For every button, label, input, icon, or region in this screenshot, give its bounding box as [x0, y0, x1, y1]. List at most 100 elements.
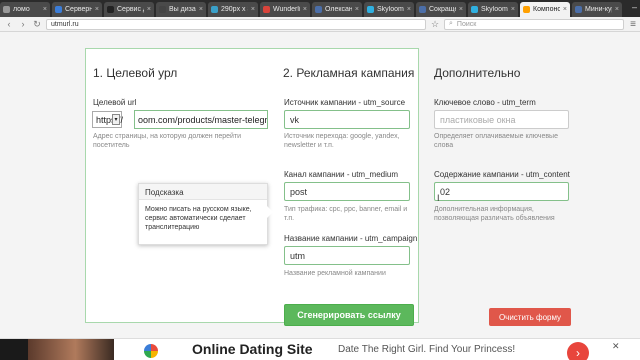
- ad-title[interactable]: Online Dating Site: [192, 341, 313, 357]
- utm-term-label: Ключевое слово - utm_term: [434, 98, 536, 107]
- tab-favicon-icon: [419, 6, 426, 13]
- tab-favicon-icon: [471, 6, 478, 13]
- page-content: 1. Целевой урл 2. Рекламная кампания Доп…: [0, 33, 640, 338]
- browser-menu-icon[interactable]: ≡: [630, 19, 636, 30]
- utm-campaign-value: utm: [290, 250, 306, 261]
- tab-close-icon[interactable]: ×: [407, 6, 411, 13]
- tab-close-icon[interactable]: ×: [251, 6, 255, 13]
- utm-content-label: Содержание кампании - utm_content: [434, 170, 570, 179]
- tab-close-icon[interactable]: ×: [199, 6, 203, 13]
- utm-term-hint: Определяет оплачиваемые ключевые слова: [434, 133, 558, 149]
- tab-close-icon[interactable]: ×: [303, 6, 307, 13]
- tab-close-icon[interactable]: ×: [511, 6, 515, 13]
- utm-source-value: vk: [290, 114, 299, 125]
- tab-favicon-icon: [3, 6, 10, 13]
- ad-banner[interactable]: Online Dating Site Date The Right Girl. …: [0, 338, 640, 360]
- search-icon: ⌕: [449, 20, 453, 27]
- browser-tab[interactable]: Вы дизай×: [156, 2, 206, 17]
- url-text: utmurl.ru: [51, 20, 79, 28]
- tab-close-icon[interactable]: ×: [615, 6, 619, 13]
- utm-content-value: 02: [440, 186, 451, 197]
- tab-favicon-icon: [575, 6, 582, 13]
- utm-campaign-input[interactable]: utm: [284, 246, 410, 265]
- ad-logo-icon: [144, 344, 158, 358]
- ad-arrow-icon[interactable]: ›: [567, 342, 589, 360]
- tab-label: Сокращен: [429, 6, 456, 13]
- utm-medium-label: Канал кампании - utm_medium: [284, 170, 398, 179]
- browser-tab[interactable]: Мини-кур×: [572, 2, 622, 17]
- utm-content-hint: Дополнительная информация, позволяющая р…: [434, 206, 555, 222]
- browser-tab[interactable]: Skyloom ×: [364, 2, 414, 17]
- tab-label: Сервис д: [117, 6, 144, 13]
- browser-tab[interactable]: Wunderlist×: [260, 2, 310, 17]
- browser-tab[interactable]: Серверный×: [52, 2, 102, 17]
- utm-source-input[interactable]: vk: [284, 110, 410, 129]
- text-cursor-icon: I: [437, 193, 440, 203]
- tab-close-icon[interactable]: ×: [563, 6, 567, 13]
- browser-tab[interactable]: ломо ×: [0, 2, 50, 17]
- address-bar: ‹ › ↻ utmurl.ru ☆ ⌕ Поиск ≡: [0, 17, 640, 32]
- tab-label: Мини-кур: [585, 6, 612, 13]
- tab-label: Wunderlist: [273, 6, 300, 13]
- tooltip-arrow: [267, 206, 273, 218]
- utm-campaign-label: Название кампании - utm_campaign: [284, 234, 418, 243]
- tab-label: Компонов: [533, 6, 560, 13]
- utm-medium-input[interactable]: post: [284, 182, 410, 201]
- minimize-icon[interactable]: –: [632, 2, 637, 13]
- browser-tab[interactable]: Skyloom - д×: [468, 2, 518, 17]
- browser-tab[interactable]: 290px x 33×: [208, 2, 258, 17]
- tooltip: Подсказка Можно писать на русском языке,…: [138, 183, 273, 245]
- utm-content-input[interactable]: 02: [434, 182, 569, 201]
- clear-form-button[interactable]: Очистить форму: [489, 308, 571, 326]
- star-icon[interactable]: ☆: [430, 19, 440, 30]
- tab-label: Skyloom - д: [481, 6, 508, 13]
- tooltip-title: Подсказка: [139, 184, 267, 200]
- back-icon[interactable]: ‹: [4, 19, 14, 29]
- ad-image[interactable]: [28, 339, 114, 360]
- utm-term-placeholder: пластиковые окна: [440, 114, 516, 125]
- tooltip-body: Можно писать на русском языке, сервис ав…: [145, 206, 252, 231]
- tab-favicon-icon: [523, 6, 530, 13]
- protocol-select[interactable]: https:// ▾: [92, 111, 123, 128]
- browser-tab-bar: ломо×Серверный×Сервис д×Вы дизай×290px x…: [0, 0, 640, 17]
- reload-icon[interactable]: ↻: [32, 19, 42, 30]
- window-controls: – ▢ ✕: [626, 2, 640, 17]
- forward-icon[interactable]: ›: [18, 19, 28, 29]
- tab-favicon-icon: [55, 6, 62, 13]
- search-placeholder: Поиск: [456, 20, 477, 28]
- generate-link-button[interactable]: Сгенерировать ссылку: [284, 304, 414, 326]
- utm-medium-value: post: [290, 186, 308, 197]
- tab-close-icon[interactable]: ×: [95, 6, 99, 13]
- browser-search-input[interactable]: ⌕ Поиск: [444, 18, 624, 30]
- campaign-heading: 2. Рекламная кампания: [283, 66, 415, 80]
- utm-source-label: Источник кампании - utm_source: [284, 98, 406, 107]
- utm-term-input[interactable]: пластиковые окна: [434, 110, 569, 129]
- browser-tab[interactable]: Олександ×: [312, 2, 362, 17]
- tab-close-icon[interactable]: ×: [355, 6, 359, 13]
- tab-favicon-icon: [263, 6, 270, 13]
- tab-label: Серверный: [65, 6, 92, 13]
- tab-favicon-icon: [211, 6, 218, 13]
- utm-source-hint: Источник перехода: google, yandex, newsl…: [284, 133, 400, 149]
- url-field[interactable]: utmurl.ru: [46, 18, 426, 30]
- chevron-down-icon: ▾: [112, 114, 120, 125]
- tab-favicon-icon: [315, 6, 322, 13]
- utm-campaign-hint: Название рекламной кампании: [284, 270, 386, 277]
- browser-tab[interactable]: Компонов×: [520, 2, 570, 17]
- tab-close-icon[interactable]: ×: [43, 6, 47, 13]
- tab-favicon-icon: [107, 6, 114, 13]
- tab-favicon-icon: [367, 6, 374, 13]
- target-url-input[interactable]: oom.com/products/master-telegram: [134, 110, 268, 129]
- tab-close-icon[interactable]: ×: [459, 6, 463, 13]
- tab-label: Вы дизай: [169, 6, 196, 13]
- target-url-heading: 1. Целевой урл: [93, 66, 178, 80]
- tab-label: ломо: [13, 6, 30, 13]
- target-url-hint: Адрес страницы, на которую должен перейт…: [93, 133, 242, 149]
- tab-label: Skyloom: [377, 6, 404, 13]
- additional-heading: Дополнительно: [434, 66, 521, 80]
- browser-tab[interactable]: Сокращен×: [416, 2, 466, 17]
- tab-favicon-icon: [159, 6, 166, 13]
- browser-tab[interactable]: Сервис д×: [104, 2, 154, 17]
- tab-close-icon[interactable]: ×: [147, 6, 151, 13]
- ad-close-icon[interactable]: ✕: [612, 341, 620, 352]
